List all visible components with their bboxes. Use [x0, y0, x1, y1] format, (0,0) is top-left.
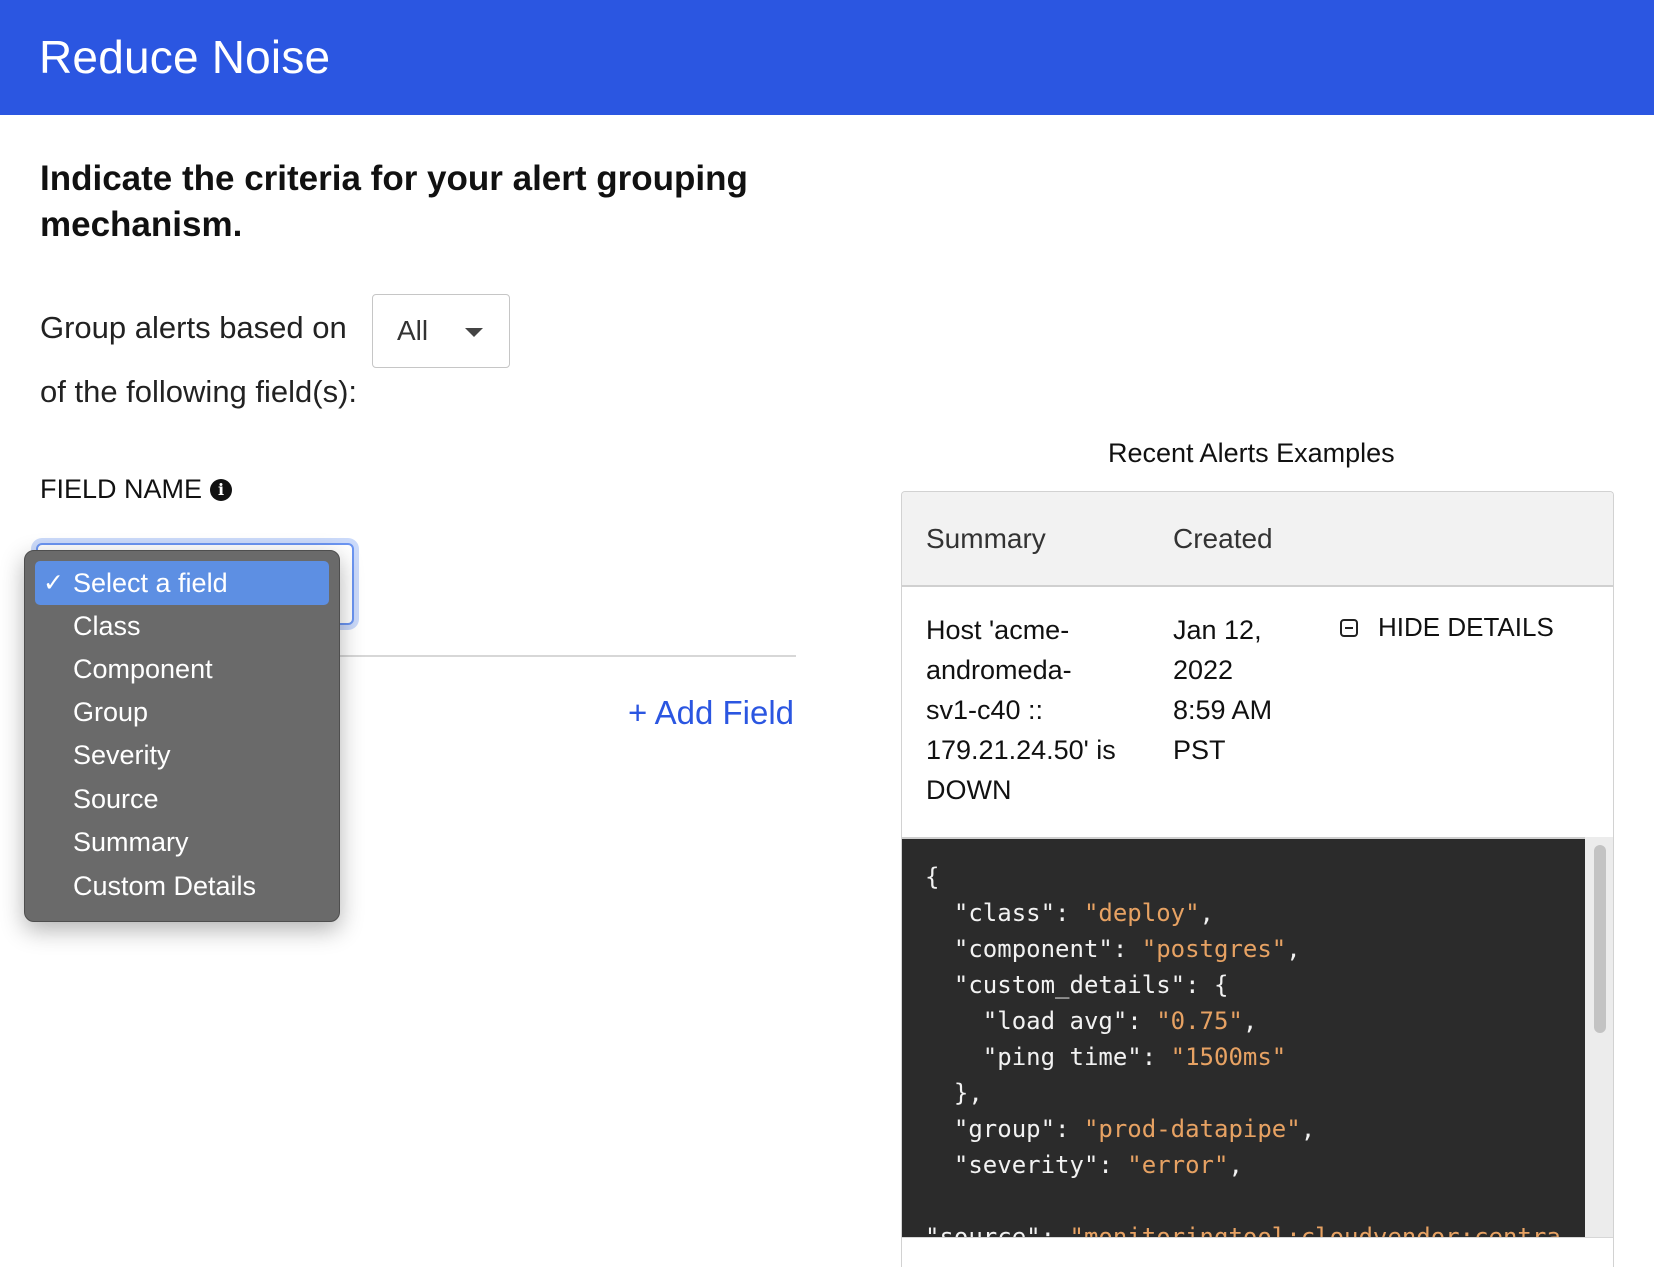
- summary-line: DOWN: [926, 775, 1012, 805]
- recent-alerts-title: Recent Alerts Examples: [1108, 438, 1395, 468]
- field-name-text: FIELD NAME: [40, 474, 203, 504]
- json-key-token: "severity":: [925, 1151, 1128, 1179]
- dropdown-option-component[interactable]: Component: [35, 647, 329, 691]
- created-line: 2022: [1173, 655, 1234, 685]
- group-alerts-label: Group alerts based on: [40, 310, 347, 345]
- dropdown-option-label: Group: [73, 697, 149, 727]
- json-string-token: "prod-datapipe": [1083, 1115, 1301, 1143]
- summary-line: andromeda-: [926, 655, 1072, 685]
- dropdown-option-summary[interactable]: Summary: [35, 820, 329, 864]
- summary-line: Host 'acme-: [926, 615, 1070, 645]
- app-header: Reduce Noise: [0, 0, 1654, 115]
- alert-created-cell: Jan 12, 2022 8:59 AM PST: [1173, 610, 1323, 770]
- dropdown-option-label: Severity: [73, 740, 171, 770]
- json-key-token: "class":: [925, 899, 1084, 927]
- code-scrollbar[interactable]: [1585, 837, 1613, 1237]
- following-fields-label: of the following field(s):: [40, 374, 358, 409]
- column-header-created: Created: [1173, 523, 1273, 554]
- hide-details-label: HIDE DETAILS: [1378, 612, 1554, 642]
- info-icon[interactable]: i: [210, 478, 233, 501]
- summary-line: 179.21.24.50' is: [926, 735, 1116, 765]
- group-match-select[interactable]: All: [372, 294, 510, 368]
- json-key-token: "load avg":: [925, 1007, 1157, 1035]
- scrollbar-thumb[interactable]: [1594, 845, 1606, 1033]
- dropdown-option-label: Summary: [73, 827, 189, 857]
- created-line: Jan 12,: [1173, 615, 1262, 645]
- dropdown-option-label: Source: [73, 784, 159, 814]
- field-dropdown-menu: ✓ Select a field Class Component Group S…: [24, 550, 340, 922]
- json-key-token: "ping time":: [925, 1043, 1171, 1071]
- json-string-token: "1500ms": [1170, 1043, 1287, 1071]
- dropdown-option-custom-details[interactable]: Custom Details: [35, 864, 329, 908]
- table-header: Summary Created: [902, 492, 1613, 587]
- check-icon: ✓: [43, 569, 64, 597]
- json-key-token: },: [925, 1079, 983, 1107]
- alert-summary-cell: Host 'acme- andromeda- sv1-c40 :: 179.21…: [926, 610, 1156, 810]
- json-string-token: "error": [1127, 1151, 1229, 1179]
- page-title: Reduce Noise: [39, 31, 331, 83]
- json-key-token: ,: [1228, 1151, 1243, 1179]
- json-key-token: ,: [1242, 1007, 1258, 1035]
- section-heading: Indicate the criteria for your alert gro…: [40, 159, 748, 244]
- created-line: 8:59 AM: [1173, 695, 1273, 725]
- json-string-token: "deploy": [1083, 899, 1200, 927]
- alert-details-code[interactable]: { "class": "deploy", "component": "postg…: [902, 837, 1585, 1239]
- dropdown-option-label: Component: [73, 654, 213, 684]
- summary-line: sv1-c40 ::: [926, 695, 1044, 725]
- add-field-button[interactable]: + Add Field: [628, 694, 794, 732]
- dropdown-option-class[interactable]: Class: [35, 604, 329, 648]
- hide-details-button[interactable]: HIDE DETAILS: [1340, 612, 1554, 643]
- dropdown-option-source[interactable]: Source: [35, 777, 329, 821]
- json-key-token: ,: [1300, 1115, 1316, 1143]
- json-key-token: "group":: [925, 1115, 1084, 1143]
- dropdown-option-label: Select a field: [73, 568, 228, 598]
- dropdown-option-severity[interactable]: Severity: [35, 733, 329, 777]
- dropdown-option-label: Custom Details: [73, 871, 257, 901]
- field-name-label: FIELD NAME i: [40, 474, 233, 505]
- json-key-token: ,: [1286, 935, 1301, 963]
- json-key-token: "custom_details": {: [925, 971, 1229, 999]
- json-string-token: "postgres": [1141, 935, 1287, 963]
- json-key-token: {: [925, 863, 940, 891]
- dropdown-option-label: Class: [73, 611, 141, 641]
- group-match-value: All: [397, 315, 429, 346]
- caret-down-icon: [465, 328, 483, 337]
- created-line: PST: [1173, 735, 1226, 765]
- collapse-icon: [1340, 618, 1358, 637]
- json-key-token: "component":: [925, 935, 1142, 963]
- recent-alerts-table: Summary Created Host 'acme- andromeda- s…: [901, 491, 1614, 1267]
- json-key-token: ,: [1199, 899, 1214, 927]
- column-header-summary: Summary: [926, 523, 1046, 554]
- table-footer: [902, 1237, 1613, 1267]
- json-string-token: "0.75": [1156, 1007, 1243, 1035]
- dropdown-option-select-a-field[interactable]: ✓ Select a field: [35, 561, 329, 605]
- alert-details-json: { "class": "deploy", "component": "postg…: [925, 859, 1561, 1239]
- dropdown-option-group[interactable]: Group: [35, 690, 329, 734]
